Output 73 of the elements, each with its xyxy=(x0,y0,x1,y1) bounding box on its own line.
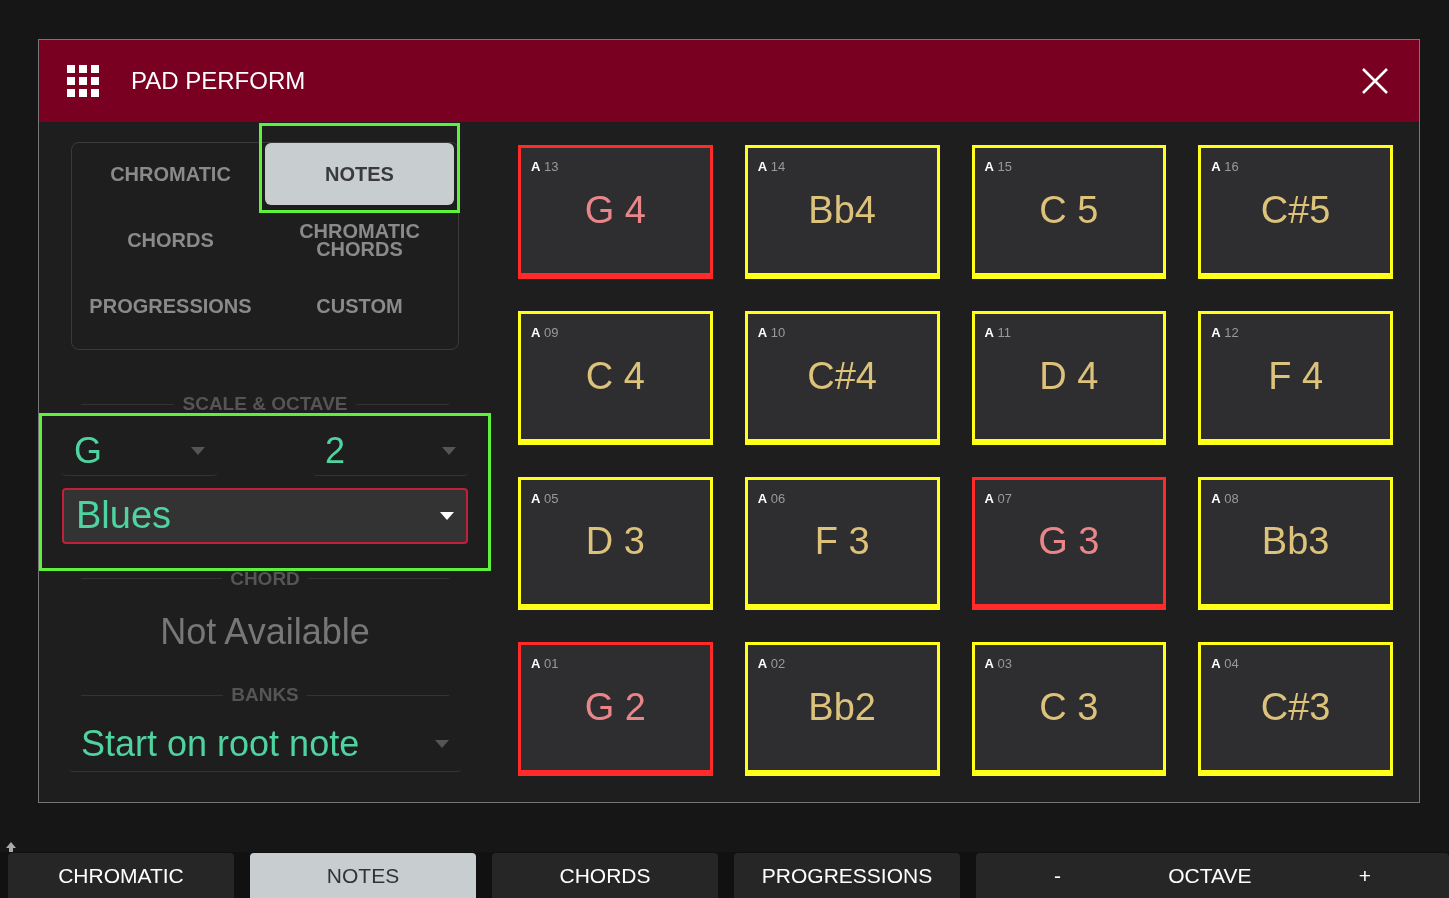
pad-note: F 4 xyxy=(1268,353,1324,399)
mode-tab[interactable]: PROGRESSIONS xyxy=(76,275,265,337)
pad-number: A 08 xyxy=(1211,489,1239,508)
octave-dropdown[interactable]: 2 xyxy=(313,427,468,476)
banks-dropdown[interactable]: Start on root note xyxy=(69,717,461,772)
bottom-tab[interactable]: NOTES xyxy=(250,853,476,898)
bottom-tab[interactable]: PROGRESSIONS xyxy=(734,853,960,898)
pad[interactable]: A 03 C 3 xyxy=(971,642,1167,776)
dropdown-caret-icon xyxy=(440,511,454,520)
pad-number: A 04 xyxy=(1211,655,1239,674)
root-note-dropdown[interactable]: G xyxy=(62,427,217,476)
pad[interactable]: A 16 C#5 xyxy=(1198,145,1393,279)
octave-down-button[interactable]: - xyxy=(1046,859,1069,892)
pad[interactable]: A 12 F 4 xyxy=(1198,310,1393,445)
pad-note: C 4 xyxy=(585,353,645,399)
mode-tab[interactable]: CHROMATIC CHORDS xyxy=(265,209,454,271)
pad-number: A 16 xyxy=(1211,158,1239,176)
dialog-title: PAD PERFORM xyxy=(131,66,307,96)
pad-number: A 01 xyxy=(531,655,559,674)
pad-note: G 2 xyxy=(584,685,646,731)
chord-value: Not Available xyxy=(159,610,371,654)
mode-tab[interactable]: CHORDS xyxy=(76,209,265,271)
pad[interactable]: A 06 F 3 xyxy=(744,476,940,611)
pad[interactable]: A 04 C#3 xyxy=(1198,642,1393,776)
pad-number: A 06 xyxy=(757,489,786,508)
pad-number: A 10 xyxy=(757,323,786,342)
pad-note: G 4 xyxy=(584,187,646,233)
dropdown-caret-icon xyxy=(191,447,205,455)
pad[interactable]: A 09 C 4 xyxy=(518,310,713,445)
pad-number: A 13 xyxy=(531,158,559,176)
pad[interactable]: A 13 G 4 xyxy=(518,145,713,279)
mode-tab[interactable]: CHROMATIC xyxy=(76,143,265,205)
pad-number: A 15 xyxy=(984,158,1012,176)
pad-number: A 14 xyxy=(757,158,786,176)
pad[interactable]: A 14 Bb4 xyxy=(744,145,940,279)
pad[interactable]: A 15 C 5 xyxy=(971,145,1167,279)
octave-up-button[interactable]: + xyxy=(1350,859,1379,892)
pad-number: A 03 xyxy=(984,655,1012,674)
pad[interactable]: A 02 Bb2 xyxy=(744,642,940,776)
pad-number: A 12 xyxy=(1211,323,1239,342)
pad[interactable]: A 01 G 2 xyxy=(518,642,713,776)
pad-note: Bb3 xyxy=(1261,519,1330,565)
mode-tab[interactable]: NOTES xyxy=(265,143,454,205)
pad-note: Bb2 xyxy=(808,685,876,731)
pad[interactable]: A 05 D 3 xyxy=(518,476,713,611)
pad-number: A 05 xyxy=(531,489,559,508)
dropdown-caret-icon xyxy=(442,447,456,455)
pad-note: C#4 xyxy=(807,353,877,399)
pad-note: C 3 xyxy=(1039,685,1099,731)
pad-note: C#5 xyxy=(1260,187,1331,233)
pad-number: A 09 xyxy=(531,323,559,342)
pad-number: A 07 xyxy=(984,489,1012,508)
dropdown-caret-icon xyxy=(435,740,449,748)
pad-note: G 3 xyxy=(1038,519,1100,565)
pad-note: Bb4 xyxy=(808,187,876,233)
up-arrow-icon xyxy=(6,842,16,852)
bottom-tab[interactable]: CHORDS xyxy=(492,853,718,898)
pad-note: F 3 xyxy=(814,519,870,565)
bottom-tab[interactable]: CHROMATIC xyxy=(8,853,234,898)
pad[interactable]: A 11 D 4 xyxy=(971,310,1167,445)
pad[interactable]: A 07 G 3 xyxy=(971,476,1167,611)
pad-note: C#3 xyxy=(1260,685,1331,731)
pad-number: A 02 xyxy=(757,655,786,674)
pad-note: C 5 xyxy=(1039,187,1099,233)
pad-number: A 11 xyxy=(984,323,1011,342)
pad-note: D 3 xyxy=(585,519,645,565)
scale-dropdown[interactable]: Blues xyxy=(62,487,468,544)
grid-icon xyxy=(67,65,99,97)
mode-tab[interactable]: CUSTOM xyxy=(265,275,454,337)
pad[interactable]: A 10 C#4 xyxy=(744,310,940,445)
pad-note: D 4 xyxy=(1039,353,1099,399)
octave-label: OCTAVE xyxy=(1168,862,1252,889)
pad[interactable]: A 08 Bb3 xyxy=(1198,476,1393,611)
